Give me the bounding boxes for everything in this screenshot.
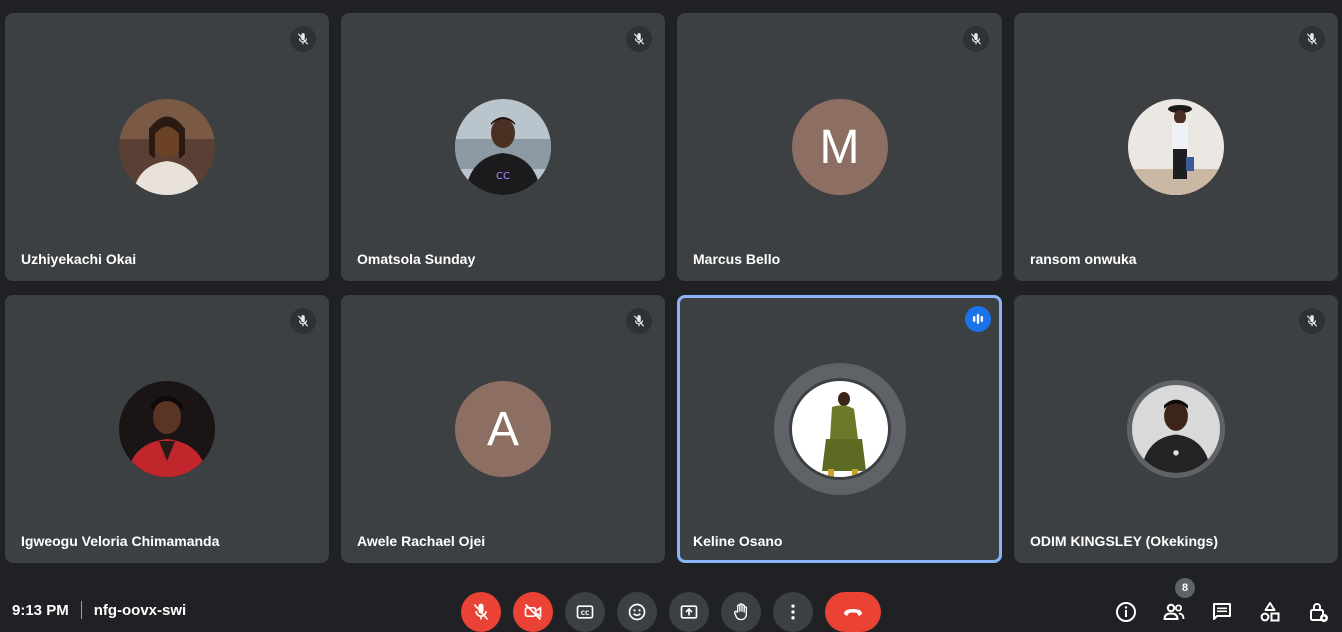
muted-mic-icon <box>290 26 316 52</box>
meeting-details-button[interactable] <box>1112 598 1140 626</box>
muted-mic-icon <box>626 308 652 334</box>
present-now-button[interactable] <box>669 592 709 632</box>
participant-photo-avatar <box>119 99 215 195</box>
participant-tile[interactable]: M Marcus Bello <box>677 13 1002 281</box>
participant-tile[interactable]: Uzhiyekachi Okai <box>5 13 329 281</box>
present-screen-icon <box>680 605 698 619</box>
more-options-button[interactable] <box>773 592 813 632</box>
participant-photo-avatar <box>1132 385 1220 473</box>
chat-button[interactable] <box>1208 598 1236 626</box>
captions-button[interactable]: CC <box>565 592 605 632</box>
participant-tile[interactable]: CC Omatsola Sunday <box>341 13 665 281</box>
host-controls-icon <box>1310 603 1328 622</box>
muted-mic-icon <box>1299 308 1325 334</box>
participant-tile[interactable]: ransom onwuka <box>1014 13 1338 281</box>
activities-button[interactable] <box>1256 598 1284 626</box>
meeting-info-icon <box>1116 602 1136 622</box>
people-icon <box>1163 603 1185 620</box>
participant-count-badge: 8 <box>1175 578 1195 598</box>
camera-off-icon <box>524 603 542 621</box>
avatar-letter: A <box>486 402 519 456</box>
divider <box>80 601 82 619</box>
speaking-indicator-icon <box>965 306 991 332</box>
camera-toggle-button[interactable] <box>513 592 553 632</box>
activities-icon <box>1260 602 1280 622</box>
letter-avatar: A <box>455 381 551 477</box>
participant-photo-avatar <box>1128 99 1224 195</box>
muted-mic-icon <box>963 26 989 52</box>
leave-call-icon <box>844 609 862 616</box>
more-options-icon <box>791 604 795 620</box>
captions-icon: CC <box>576 605 594 619</box>
participant-photo-avatar <box>119 381 215 477</box>
svg-text:CC: CC <box>496 171 510 182</box>
participant-tile-active-speaker[interactable]: Keline Osano <box>677 295 1002 563</box>
meeting-code: nfg-oovx-swi <box>93 601 187 619</box>
participant-tile[interactable]: A Awele Rachael Ojei <box>341 295 665 563</box>
mic-off-icon <box>473 603 489 621</box>
participant-name: ransom onwuka <box>1030 251 1137 267</box>
participant-photo-avatar: CC <box>455 99 551 195</box>
participant-tile[interactable]: ODIM KINGSLEY (Okekings) <box>1014 295 1338 563</box>
avatar-letter: M <box>819 120 860 174</box>
participant-name: Igweogu Veloria Chimamanda <box>21 533 220 549</box>
participant-name: Omatsola Sunday <box>357 251 476 267</box>
participant-name: Marcus Bello <box>693 251 781 267</box>
raise-hand-icon <box>734 603 747 621</box>
participant-tile[interactable]: Igweogu Veloria Chimamanda <box>5 295 329 563</box>
participant-name: Uzhiyekachi Okai <box>21 251 137 267</box>
participant-name: Awele Rachael Ojei <box>357 533 486 549</box>
show-everyone-button[interactable] <box>1160 598 1188 626</box>
chat-icon <box>1213 603 1231 620</box>
raise-hand-button[interactable] <box>721 592 761 632</box>
meeting-details: 9:13 PM nfg-oovx-swi <box>12 601 186 619</box>
participant-photo-avatar <box>791 381 888 477</box>
meet-window: Uzhiyekachi Okai CC Omatsola Sunday M Ma… <box>0 0 1342 632</box>
host-controls-button[interactable] <box>1304 598 1332 626</box>
letter-avatar: M <box>791 99 888 195</box>
microphone-toggle-button[interactable] <box>461 592 501 632</box>
send-reaction-button[interactable] <box>617 592 657 632</box>
svg-text:CC: CC <box>581 611 590 617</box>
muted-mic-icon <box>1299 26 1325 52</box>
participant-grid: Uzhiyekachi Okai CC Omatsola Sunday M Ma… <box>0 0 1342 570</box>
current-time: 9:13 PM <box>12 601 69 619</box>
participant-name: ODIM KINGSLEY (Okekings) <box>1030 533 1218 549</box>
emoji-icon <box>628 603 646 621</box>
muted-mic-icon <box>290 308 316 334</box>
muted-mic-icon <box>626 26 652 52</box>
participant-name: Keline Osano <box>693 533 783 549</box>
leave-call-button[interactable] <box>825 592 881 632</box>
meeting-control-bar: 9:13 PM nfg-oovx-swi CC <box>0 582 1342 632</box>
